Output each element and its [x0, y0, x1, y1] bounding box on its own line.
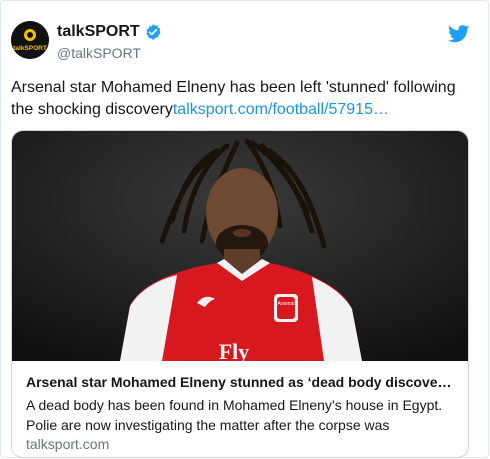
avatar[interactable]: talkSPORT — [11, 21, 49, 59]
avatar-logo-text: talkSPORT — [13, 45, 47, 52]
link-card[interactable]: Arsenal Fly Arsenal star Mohamed Elneny … — [11, 130, 469, 458]
card-title[interactable]: Arsenal star Mohamed Elneny stunned as ‘… — [26, 374, 458, 390]
image-sponsor-text: Fly — [219, 339, 250, 361]
tweet-text: Arsenal star Mohamed Elneny has been lef… — [11, 77, 471, 121]
handle[interactable]: @talkSPORT — [57, 45, 141, 61]
verified-badge-icon — [146, 24, 161, 40]
talksport-logo: talkSPORT — [11, 21, 49, 59]
display-name[interactable]: talkSPORT — [57, 23, 140, 41]
card-description: A dead body has been found in Mohamed El… — [26, 397, 443, 433]
tweet-link[interactable]: talksport.com/football/57915… — [173, 101, 389, 118]
tweet-card[interactable]: talkSPORT talkSPORT @talkSPORT Arsenal s… — [0, 0, 489, 458]
image-badge-text: Arsenal — [278, 301, 295, 307]
author-row: talkSPORT — [57, 23, 162, 41]
card-image: Arsenal Fly — [12, 131, 468, 361]
card-domain[interactable]: talksport.com — [26, 436, 109, 452]
twitter-bird-icon[interactable] — [448, 25, 470, 43]
